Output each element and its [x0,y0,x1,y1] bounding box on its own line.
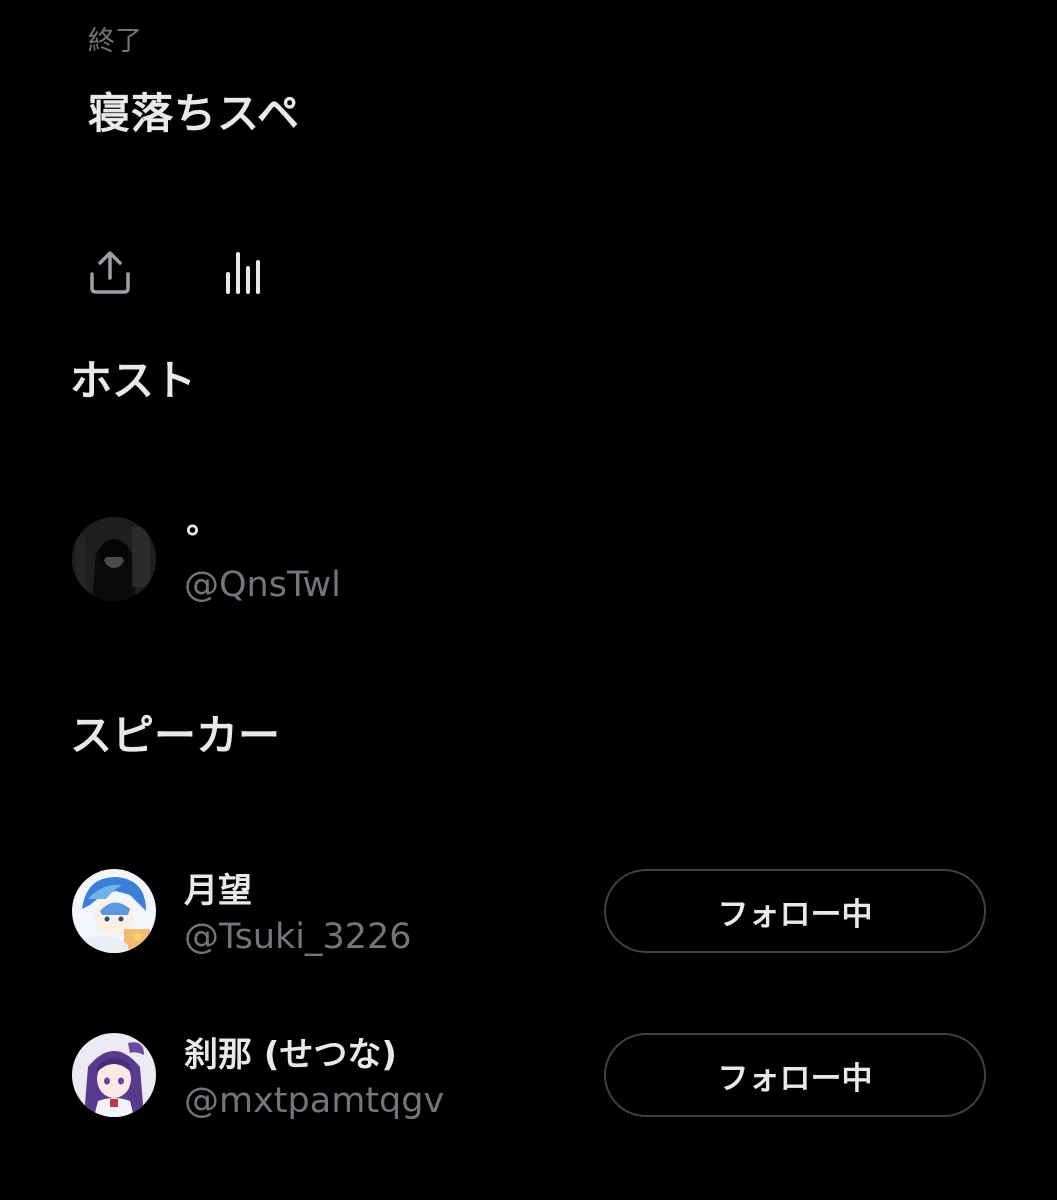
host-section-heading: ホスト [70,356,197,405]
speaker-avatar[interactable] [72,869,156,953]
speaker-avatar[interactable] [72,1033,156,1117]
share-icon [90,251,130,294]
host-name: ° [184,519,201,559]
space-status-label: 終了 [88,26,142,57]
host-handle: @QnsTwl [184,565,341,605]
speaker-handle: @Tsuki_3226 [184,917,412,957]
analytics-icon [226,252,260,294]
following-button[interactable]: フォロー中 [604,869,986,953]
host-row[interactable]: ° @QnsTwl [72,517,992,607]
speaker-row[interactable]: 月望 @Tsuki_3226 フォロー中 [72,869,992,959]
speaker-row[interactable]: 刹那 (せつな) @mxtpamtqgv フォロー中 [72,1033,992,1123]
analytics-button[interactable] [212,240,276,304]
speaker-name: 月望 [184,871,252,911]
space-title: 寝落ちスペ [88,89,301,138]
host-avatar[interactable] [72,517,156,601]
following-button[interactable]: フォロー中 [604,1033,986,1117]
speakers-section-heading: スピーカー [70,711,281,760]
speaker-handle: @mxtpamtqgv [184,1081,445,1121]
share-button[interactable] [78,240,142,304]
speaker-name: 刹那 (せつな) [184,1035,397,1075]
